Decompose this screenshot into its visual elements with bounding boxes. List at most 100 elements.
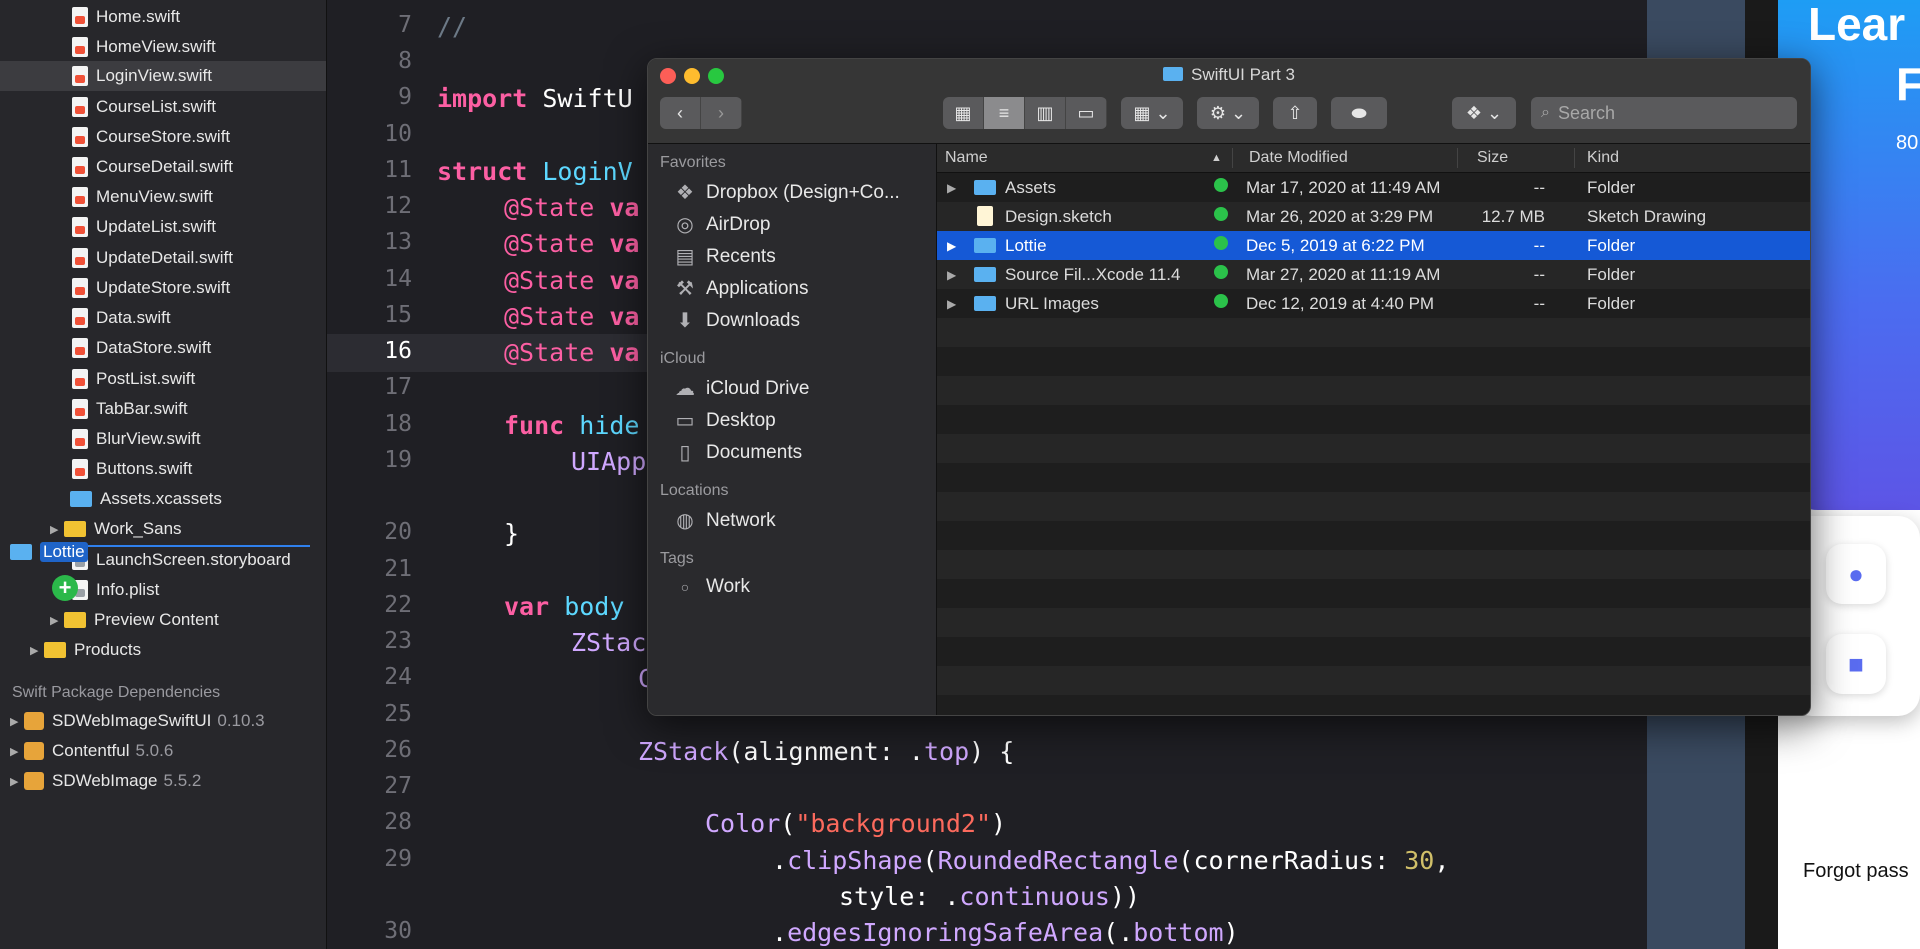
line-number: 13 bbox=[384, 229, 412, 255]
column-divider[interactable] bbox=[1574, 148, 1575, 168]
action-button[interactable]: ⚙ ⌄ bbox=[1197, 97, 1259, 129]
search-field[interactable]: ⌕ Search bbox=[1531, 97, 1797, 129]
file-row[interactable]: Design.sketch Mar 26, 2020 at 3:29 PM 12… bbox=[937, 202, 1810, 231]
package-icon bbox=[24, 772, 44, 790]
file-row-selected[interactable]: ▶ Lottie Dec 5, 2019 at 6:22 PM -- Folde… bbox=[937, 231, 1810, 260]
swift-file-icon bbox=[72, 459, 88, 479]
tag-button[interactable]: ⬬ bbox=[1331, 97, 1387, 129]
file-row[interactable]: ▶ Assets Mar 17, 2020 at 11:49 AM -- Fol… bbox=[937, 173, 1810, 202]
empty-row bbox=[937, 550, 1810, 579]
column-kind[interactable]: Kind bbox=[1587, 149, 1619, 167]
dropbox-button[interactable]: ❖ ⌄ bbox=[1452, 97, 1516, 129]
sidebar-item-dropbox[interactable]: ❖ Dropbox (Design+Co... bbox=[672, 180, 900, 205]
sidebar-item-tag-work[interactable]: ○ Work bbox=[672, 576, 750, 598]
sidebar-item-downloads[interactable]: ⬇ Downloads bbox=[672, 308, 800, 333]
swift-file-icon bbox=[72, 308, 88, 328]
nav-file-item[interactable]: Buttons.swift bbox=[72, 454, 192, 484]
swift-file-icon bbox=[72, 187, 88, 207]
nav-file-item[interactable]: BlurView.swift bbox=[72, 424, 201, 454]
nav-file-item[interactable]: Home.swift bbox=[72, 2, 180, 32]
dragged-folder[interactable]: Lottie bbox=[10, 542, 88, 562]
package-item[interactable]: ▶ SDWebImage 5.5.2 bbox=[10, 766, 201, 796]
nav-group-work-sans[interactable]: ▶ Work_Sans bbox=[50, 514, 182, 544]
code-line: struct LoginV bbox=[437, 157, 633, 186]
nav-assets-item[interactable]: Assets.xcassets bbox=[70, 484, 222, 514]
column-date-modified[interactable]: Date Modified bbox=[1249, 149, 1348, 167]
nav-file-item[interactable]: MenuView.swift bbox=[72, 182, 213, 212]
nav-file-item[interactable]: UpdateList.swift bbox=[72, 212, 216, 242]
nav-file-item[interactable]: CourseDetail.swift bbox=[72, 152, 233, 182]
package-item[interactable]: ▶ SDWebImageSwiftUI 0.10.3 bbox=[10, 706, 265, 736]
forgot-password-link[interactable]: Forgot pass bbox=[1803, 860, 1909, 883]
sidebar-item-applications[interactable]: ⚒ Applications bbox=[672, 276, 808, 301]
line-number-current: 16 bbox=[384, 338, 412, 364]
gallery-view-icon[interactable]: ▭ bbox=[1066, 97, 1107, 129]
nav-file-item[interactable]: HomeView.swift bbox=[72, 32, 216, 62]
forward-button[interactable]: › bbox=[701, 97, 742, 129]
nav-file-item[interactable]: CourseList.swift bbox=[72, 92, 216, 122]
sidebar-item-recents[interactable]: ▤ Recents bbox=[672, 244, 776, 269]
nav-group-preview-content[interactable]: ▶ Preview Content bbox=[50, 605, 219, 635]
swift-file-icon bbox=[72, 127, 88, 147]
disclosure-triangle-icon[interactable]: ▶ bbox=[10, 715, 24, 728]
disclosure-triangle-icon[interactable]: ▶ bbox=[50, 523, 64, 536]
column-divider[interactable] bbox=[1457, 148, 1458, 168]
documents-icon: ▯ bbox=[679, 442, 691, 464]
nav-file-item[interactable]: DataStore.swift bbox=[72, 333, 211, 363]
nav-file-item[interactable]: Info.plist bbox=[72, 575, 159, 605]
back-button[interactable]: ‹ bbox=[660, 97, 701, 129]
nav-file-item[interactable]: CourseStore.swift bbox=[72, 122, 230, 152]
group-button[interactable]: ▦ ⌄ bbox=[1121, 97, 1183, 129]
folder-icon bbox=[64, 521, 86, 537]
line-number: 25 bbox=[384, 701, 412, 727]
file-row[interactable]: ▶ URL Images Dec 12, 2019 at 4:40 PM -- … bbox=[937, 289, 1810, 318]
nav-file-item[interactable]: LaunchScreen.storyboard bbox=[72, 545, 291, 575]
sidebar-item-icloud-drive[interactable]: ☁ iCloud Drive bbox=[672, 376, 809, 401]
package-dependencies-header: Swift Package Dependencies bbox=[12, 684, 221, 701]
disclosure-triangle-icon[interactable]: ▶ bbox=[30, 644, 44, 657]
icon-view-icon[interactable]: ▦ bbox=[943, 97, 984, 129]
swift-file-icon bbox=[72, 37, 88, 57]
nav-file-item[interactable]: PostList.swift bbox=[72, 364, 195, 394]
line-number: 22 bbox=[384, 592, 412, 618]
file-list: Name ▲ Date Modified Size Kind ▶ Assets … bbox=[937, 144, 1810, 715]
sidebar-section-icloud: iCloud bbox=[660, 350, 706, 367]
sidebar-item-airdrop[interactable]: ◎ AirDrop bbox=[672, 212, 770, 237]
copy-plus-icon: + bbox=[52, 575, 78, 601]
list-view-icon[interactable]: ≡ bbox=[984, 97, 1025, 129]
column-name[interactable]: Name bbox=[945, 149, 988, 167]
nav-file-item[interactable]: Data.swift bbox=[72, 303, 171, 333]
hero-subtitle: 80 bbox=[1896, 132, 1919, 154]
sidebar-section-favorites: Favorites bbox=[660, 154, 726, 171]
finder-sidebar: Favorites ❖ Dropbox (Design+Co... ◎ AirDro… bbox=[648, 144, 937, 715]
line-number: 19 bbox=[384, 447, 412, 473]
nav-file-item[interactable]: UpdateStore.swift bbox=[72, 273, 230, 303]
disclosure-triangle-icon[interactable]: ▶ bbox=[10, 745, 24, 758]
nav-file-item[interactable]: TabBar.swift bbox=[72, 394, 188, 424]
swift-file-icon bbox=[72, 97, 88, 117]
line-number: 10 bbox=[384, 121, 412, 147]
dropbox-icon: ❖ bbox=[676, 182, 694, 204]
swift-file-icon bbox=[72, 369, 88, 389]
nav-group-products[interactable]: ▶ Products bbox=[30, 635, 141, 665]
finder-window: SwiftUI Part 3 ‹ › ▦ ≡ ▥ ▭ ▦ ⌄ ⚙ ⌄ ⇧ ⬬ ❖… bbox=[647, 58, 1811, 716]
package-item[interactable]: ▶ Contentful 5.0.6 bbox=[10, 736, 173, 766]
column-view-icon[interactable]: ▥ bbox=[1025, 97, 1066, 129]
sidebar-item-desktop[interactable]: ▭ Desktop bbox=[672, 408, 776, 433]
code-line: @State va bbox=[504, 338, 640, 367]
share-button[interactable]: ⇧ bbox=[1273, 97, 1317, 129]
sidebar-section-tags: Tags bbox=[660, 550, 694, 567]
disclosure-triangle-icon[interactable]: ▶ bbox=[10, 775, 24, 788]
nav-file-item-selected[interactable]: LoginView.swift bbox=[0, 61, 326, 91]
nav-file-item[interactable]: UpdateDetail.swift bbox=[72, 243, 233, 273]
column-divider[interactable] bbox=[1232, 148, 1233, 168]
column-size[interactable]: Size bbox=[1477, 149, 1508, 167]
sidebar-item-documents[interactable]: ▯ Documents bbox=[672, 440, 802, 465]
line-number: 24 bbox=[384, 664, 412, 690]
file-row[interactable]: ▶ Source Fil...Xcode 11.4 Mar 27, 2020 a… bbox=[937, 260, 1810, 289]
swift-file-icon bbox=[72, 248, 88, 268]
disclosure-triangle-icon[interactable]: ▶ bbox=[50, 614, 64, 627]
line-number: 12 bbox=[384, 193, 412, 219]
sidebar-item-network[interactable]: ◍ Network bbox=[672, 508, 775, 533]
swift-file-icon bbox=[72, 66, 88, 86]
